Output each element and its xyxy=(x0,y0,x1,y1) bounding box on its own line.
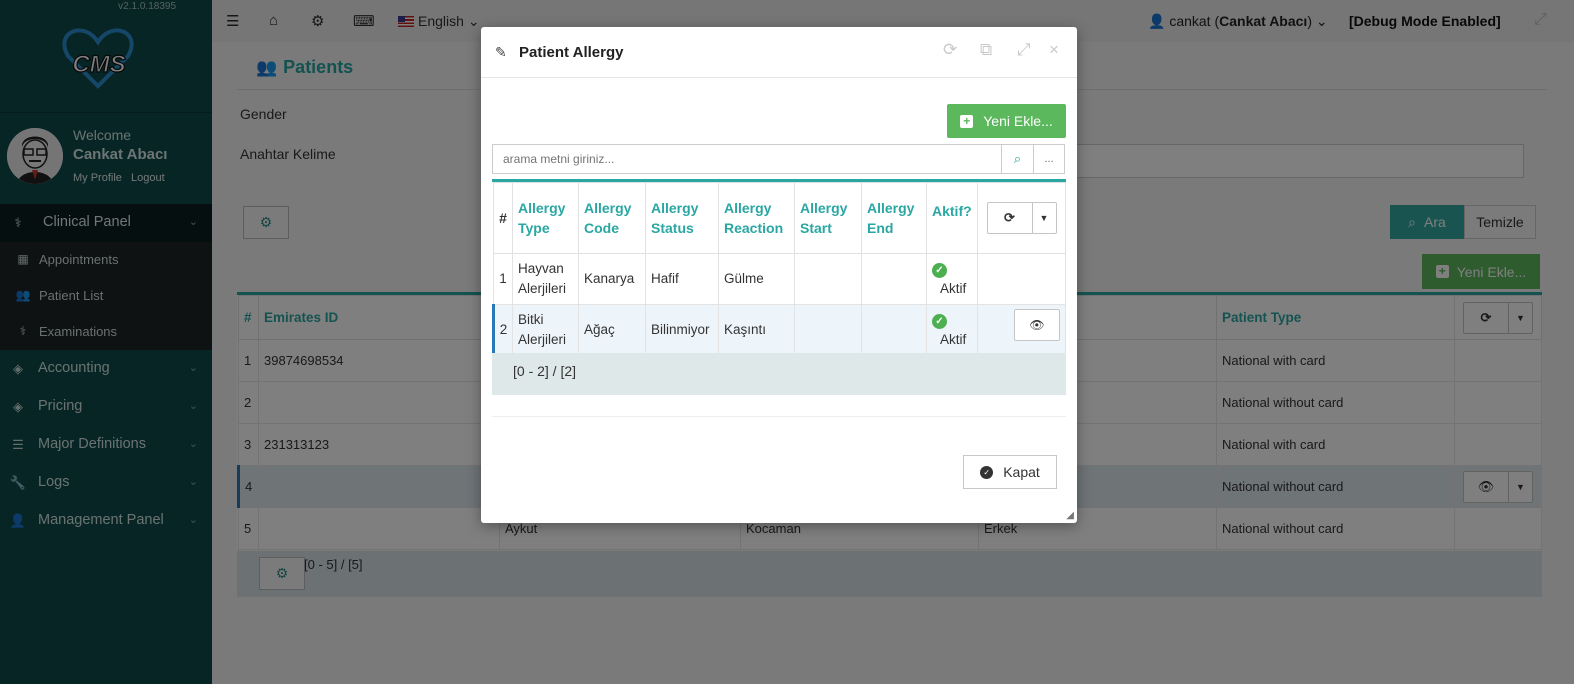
add-allergy-label: Yeni Ekle... xyxy=(983,113,1053,129)
view-row-button[interactable]: 👁 xyxy=(1014,309,1060,341)
add-allergy-button[interactable]: + Yeni Ekle... xyxy=(947,104,1066,138)
row-allergy-start xyxy=(794,253,862,305)
resize-handle-icon[interactable]: ◢ xyxy=(1066,510,1074,521)
table-row[interactable]: 1 Hayvan Alerjileri Kanarya Hafif Gülme … xyxy=(493,253,1066,305)
table-row-selected[interactable]: 2 Bitki Alerjileri Ağaç Bilinmiyor Kaşın… xyxy=(492,304,1066,356)
modal-header: ✎ Patient Allergy ⟳ ⧉ ⤢ × xyxy=(481,27,1077,78)
column-header-allergy-status: Allergy Status xyxy=(645,182,719,254)
more-options-button[interactable]: ... xyxy=(1033,144,1065,174)
check-circle-icon: ✓ xyxy=(932,314,947,329)
allergy-table-footer xyxy=(492,353,1066,395)
row-num: 1 xyxy=(493,253,513,305)
row-actions xyxy=(977,253,1066,305)
row-num: 2 xyxy=(492,304,513,356)
check-circle-icon: ✓ xyxy=(932,263,947,278)
column-header-allergy-code: Allergy Code xyxy=(578,182,646,254)
eye-icon: 👁 xyxy=(1029,318,1045,332)
row-allergy-status: Bilinmiyor xyxy=(645,304,719,356)
active-label: Aktif xyxy=(940,281,967,296)
restore-window-icon[interactable]: ⧉ xyxy=(980,40,992,60)
check-circle-icon: ✓ xyxy=(980,465,994,479)
row-allergy-end xyxy=(861,253,927,305)
column-header-actions: ⟳▼ xyxy=(977,182,1066,254)
row-allergy-reaction: Gülme xyxy=(718,253,795,305)
refresh-icon[interactable]: ⟳ xyxy=(988,203,1032,233)
patient-allergy-modal: ✎ Patient Allergy ⟳ ⧉ ⤢ × + Yeni Ekle... … xyxy=(481,27,1077,523)
column-header-allergy-type: Allergy Type xyxy=(512,182,579,254)
row-active: ✓ Aktif xyxy=(926,253,978,305)
row-allergy-code: Kanarya xyxy=(578,253,646,305)
close-icon[interactable]: × xyxy=(1049,40,1059,60)
modal-title: Patient Allergy xyxy=(519,44,624,61)
caret-down-icon[interactable]: ▼ xyxy=(1031,203,1056,233)
active-label: Aktif xyxy=(940,332,967,347)
row-allergy-type: Bitki Alerjileri xyxy=(512,304,579,356)
row-allergy-code: Ağaç xyxy=(578,304,646,356)
close-button[interactable]: ✓ Kapat xyxy=(963,455,1057,489)
column-header-allergy-end: Allergy End xyxy=(861,182,927,254)
search-icon: ⌕ xyxy=(1013,151,1022,166)
row-allergy-end xyxy=(861,304,927,356)
row-allergy-status: Hafif xyxy=(645,253,719,305)
divider xyxy=(492,416,1066,417)
allergy-table: # Allergy Type Allergy Code Allergy Stat… xyxy=(492,179,1066,356)
refresh-icon[interactable]: ⟳ xyxy=(943,40,957,60)
row-allergy-reaction: Kaşıntı xyxy=(718,304,795,356)
allergy-table-pager: [0 - 2] / [2] xyxy=(513,363,577,379)
row-allergy-type: Hayvan Alerjileri xyxy=(512,253,579,305)
search-button[interactable]: ⌕ xyxy=(1001,144,1034,174)
column-header-num: # xyxy=(493,182,513,254)
row-allergy-start xyxy=(794,304,862,356)
search-input[interactable] xyxy=(492,144,1002,174)
close-button-label: Kapat xyxy=(1003,464,1040,480)
table-refresh-dropdown[interactable]: ⟳▼ xyxy=(986,202,1057,234)
column-header-allergy-start: Allergy Start xyxy=(794,182,862,254)
plus-icon: + xyxy=(960,114,974,128)
column-header-allergy-reaction: Allergy Reaction xyxy=(718,182,795,254)
row-active: ✓ Aktif xyxy=(926,304,978,356)
maximize-icon[interactable]: ⤢ xyxy=(1017,40,1031,60)
edit-icon: ✎ xyxy=(495,44,507,60)
column-header-active: Aktif? xyxy=(926,182,978,254)
